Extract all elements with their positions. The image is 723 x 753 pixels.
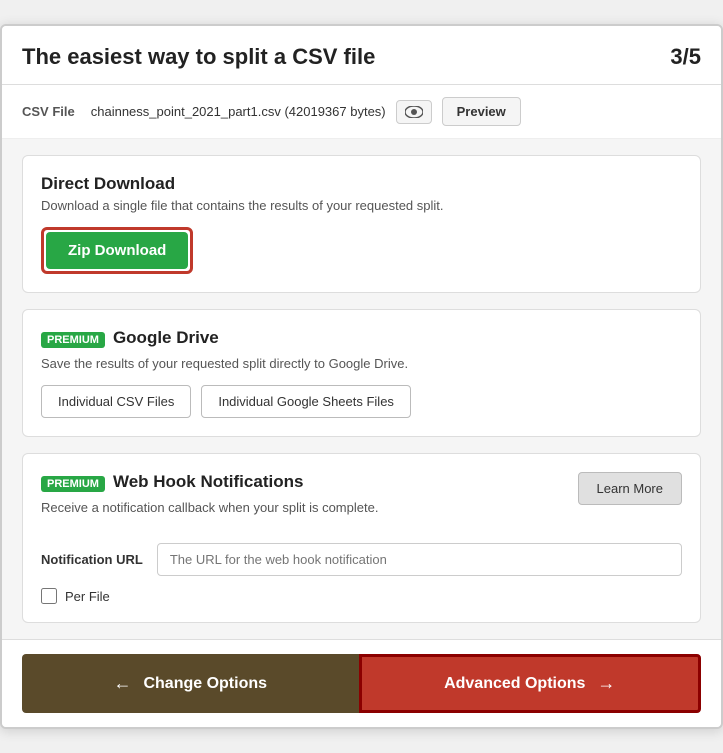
per-file-label: Per File (65, 589, 110, 604)
page-title: The easiest way to split a CSV file (22, 44, 375, 70)
step-indicator: 3/5 (670, 44, 701, 70)
notification-url-input[interactable] (157, 543, 682, 576)
individual-csv-button[interactable]: Individual CSV Files (41, 385, 191, 418)
main-window: The easiest way to split a CSV file 3/5 … (0, 24, 723, 729)
forward-arrow-icon: → (597, 673, 615, 694)
google-drive-header: PREMIUM Google Drive (41, 328, 682, 352)
eye-button[interactable] (396, 100, 432, 124)
zip-download-button[interactable]: Zip Download (46, 232, 188, 269)
csv-filename: chainness_point_2021_part1.csv (42019367… (91, 104, 386, 119)
webhook-header-left: PREMIUM Web Hook Notifications Receive a… (41, 472, 378, 529)
per-file-row: Per File (41, 588, 682, 604)
zip-btn-wrapper: Zip Download (41, 227, 193, 274)
footer: ← Change Options Advanced Options → (2, 639, 721, 727)
notification-row: Notification URL (41, 543, 682, 576)
webhook-premium-badge: PREMIUM (41, 476, 105, 492)
webhook-desc: Receive a notification callback when you… (41, 500, 378, 515)
advanced-options-label: Advanced Options (444, 675, 585, 693)
individual-sheets-button[interactable]: Individual Google Sheets Files (201, 385, 411, 418)
learn-more-button[interactable]: Learn More (578, 472, 682, 505)
advanced-options-button[interactable]: Advanced Options → (359, 654, 702, 713)
main-content: Direct Download Download a single file t… (2, 139, 721, 639)
change-options-label: Change Options (143, 675, 267, 693)
eye-icon (405, 106, 423, 118)
header: The easiest way to split a CSV file 3/5 (2, 26, 721, 85)
csv-file-label: CSV File (22, 104, 75, 119)
change-options-button[interactable]: ← Change Options (22, 654, 359, 713)
csv-file-bar: CSV File chainness_point_2021_part1.csv … (2, 85, 721, 139)
google-drive-buttons: Individual CSV Files Individual Google S… (41, 385, 682, 418)
webhook-title-row: PREMIUM Web Hook Notifications (41, 472, 378, 496)
google-drive-desc: Save the results of your requested split… (41, 356, 682, 371)
webhook-header: PREMIUM Web Hook Notifications Receive a… (41, 472, 682, 529)
webhook-card: PREMIUM Web Hook Notifications Receive a… (22, 453, 701, 623)
direct-download-desc: Download a single file that contains the… (41, 198, 682, 213)
google-drive-premium-badge: PREMIUM (41, 332, 105, 348)
preview-button[interactable]: Preview (442, 97, 521, 126)
per-file-checkbox[interactable] (41, 588, 57, 604)
back-arrow-icon: ← (113, 673, 131, 694)
webhook-title: Web Hook Notifications (113, 472, 303, 492)
google-drive-title: Google Drive (113, 328, 219, 348)
direct-download-card: Direct Download Download a single file t… (22, 155, 701, 293)
notification-url-label: Notification URL (41, 552, 143, 567)
direct-download-title: Direct Download (41, 174, 682, 194)
google-drive-card: PREMIUM Google Drive Save the results of… (22, 309, 701, 437)
